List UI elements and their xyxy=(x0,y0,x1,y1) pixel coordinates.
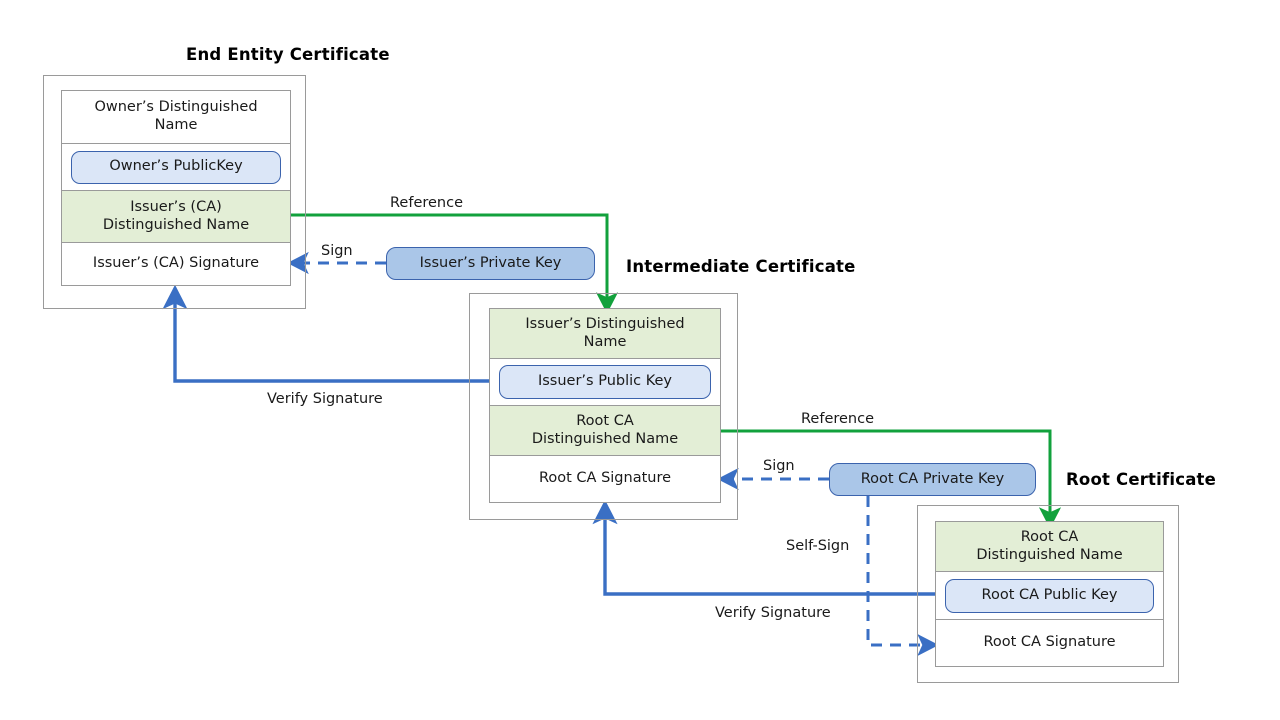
key-owner-public-key[interactable]: Owner’s PublicKey xyxy=(71,150,281,184)
field-issuer-distinguished-name: Issuer’s Distinguished Name xyxy=(490,309,720,359)
connector-label-sign-bottom: Sign xyxy=(763,458,795,474)
field-owner-public-key-cell: Owner’s PublicKey xyxy=(62,144,290,191)
connector-label-sign-top: Sign xyxy=(321,243,353,259)
key-issuer-public-key[interactable]: Issuer’s Public Key xyxy=(499,365,711,399)
connector-label-verify-signature-top: Verify Signature xyxy=(267,391,383,407)
connector-verify-signature-top xyxy=(162,284,500,383)
certificate-fields-end-entity: Owner’s Distinguished Name Owner’s Publi… xyxy=(61,90,291,286)
field-owner-distinguished-name: Owner’s Distinguished Name xyxy=(62,91,290,144)
field-issuer-distinguished-name: Issuer’s (CA) Distinguished Name xyxy=(62,191,290,243)
field-root-ca-distinguished-name: Root CA Distinguished Name xyxy=(490,406,720,456)
field-root-ca-public-key-cell: Root CA Public Key xyxy=(936,572,1163,620)
field-root-ca-signature: Root CA Signature xyxy=(490,456,720,502)
field-root-ca-signature: Root CA Signature xyxy=(936,620,1163,666)
field-issuer-public-key-cell: Issuer’s Public Key xyxy=(490,359,720,406)
certificate-fields-root: Root CA Distinguished Name Root CA Publi… xyxy=(935,521,1164,667)
key-root-ca-private-key[interactable]: Root CA Private Key xyxy=(829,463,1036,496)
certificate-fields-intermediate: Issuer’s Distinguished Name Issuer’s Pub… xyxy=(489,308,721,503)
connector-label-self-sign: Self-Sign xyxy=(786,538,850,554)
diagram-canvas: End Entity Certificate Intermediate Cert… xyxy=(0,0,1280,720)
cert-title-intermediate: Intermediate Certificate xyxy=(626,257,856,276)
key-issuer-private-key[interactable]: Issuer’s Private Key xyxy=(386,247,595,280)
field-issuer-signature: Issuer’s (CA) Signature xyxy=(62,243,290,285)
connector-label-reference-top: Reference xyxy=(390,195,464,211)
connector-label-reference-bottom: Reference xyxy=(801,411,875,427)
cert-title-end-entity: End Entity Certificate xyxy=(186,45,390,64)
cert-title-root: Root Certificate xyxy=(1066,470,1217,489)
key-root-ca-public-key[interactable]: Root CA Public Key xyxy=(945,578,1154,613)
connector-verify-signature-bottom xyxy=(592,499,945,596)
connector-label-verify-signature-bottom: Verify Signature xyxy=(715,605,831,621)
field-root-ca-distinguished-name: Root CA Distinguished Name xyxy=(936,522,1163,572)
